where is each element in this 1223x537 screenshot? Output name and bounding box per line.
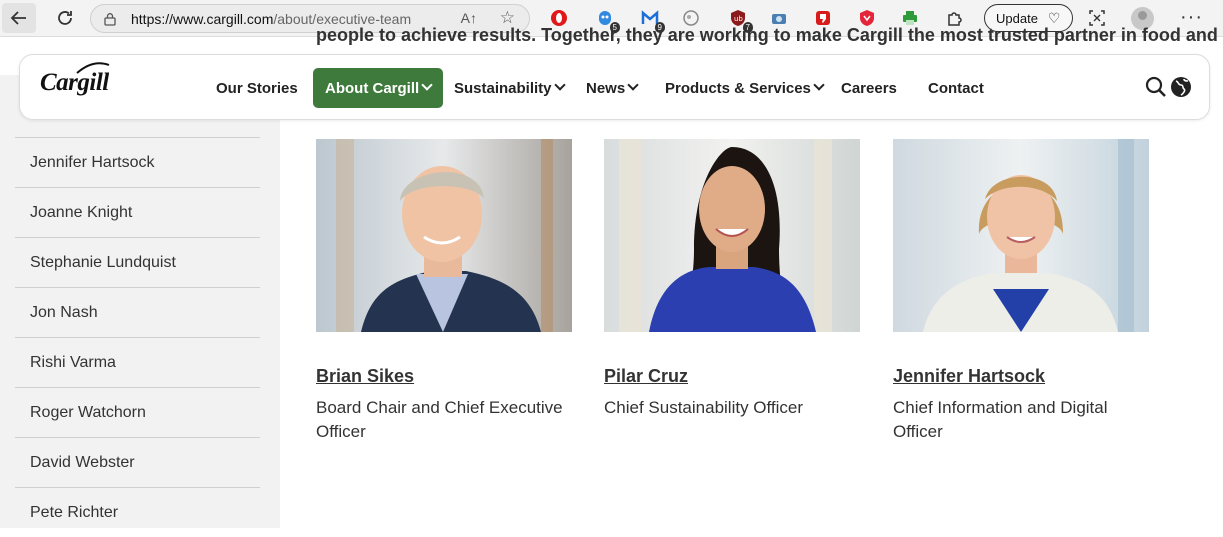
executive-title: Board Chair and Chief Executive Officer <box>316 398 563 441</box>
executive-list: Jennifer Hartsock Joanne Knight Stephani… <box>15 137 260 537</box>
executive-sidebar: Jennifer Hartsock Joanne Knight Stephani… <box>0 75 280 528</box>
chevron-down-icon <box>553 79 566 91</box>
chevron-down-icon <box>813 79 825 91</box>
lock-icon <box>104 12 116 26</box>
sidebar-item[interactable]: Stephanie Lundquist <box>15 237 260 287</box>
executive-name-link[interactable]: Pilar Cruz <box>604 366 864 387</box>
sidebar-item[interactable]: Jennifer Hartsock <box>15 137 260 187</box>
sidebar-item[interactable]: David Webster <box>15 437 260 487</box>
url-host: https://www.cargill.com <box>131 10 274 27</box>
executive-title: Chief Information and Digital Officer <box>893 398 1108 441</box>
executive-name-link[interactable]: Brian Sikes <box>316 366 576 387</box>
update-label: Update <box>996 10 1038 26</box>
globe-icon[interactable] <box>1170 76 1192 98</box>
search-icon[interactable] <box>1145 76 1167 98</box>
sidebar-item[interactable]: Pete Richter <box>15 487 260 537</box>
nav-about-cargill[interactable]: About Cargill <box>313 68 444 108</box>
executive-title: Chief Sustainability Officer <box>604 398 804 417</box>
chevron-down-icon <box>627 79 639 91</box>
executive-card: Jennifer Hartsock Chief Information and … <box>893 139 1153 444</box>
nav-careers[interactable]: Careers <box>841 68 897 108</box>
executive-photo[interactable] <box>893 139 1149 332</box>
refresh-button[interactable] <box>48 3 82 33</box>
nav-products-services[interactable]: Products & Services <box>665 68 825 108</box>
refresh-icon <box>58 11 72 25</box>
sidebar-item[interactable]: Jon Nash <box>15 287 260 337</box>
executive-card: Pilar Cruz Chief Sustainability Officer <box>604 139 864 420</box>
nav-news[interactable]: News <box>586 68 639 108</box>
executive-card: Brian Sikes Board Chair and Chief Execut… <box>316 139 576 444</box>
svg-text:ub: ub <box>734 15 743 23</box>
chevron-down-icon <box>421 79 433 91</box>
intro-text: people to achieve results. Together, the… <box>316 25 1218 45</box>
executive-photo[interactable] <box>604 139 860 332</box>
sidebar-item[interactable]: Roger Watchorn <box>15 387 260 437</box>
nav-our-stories[interactable]: Our Stories <box>216 68 298 108</box>
site-header: Cargill Our Stories About Cargill Sustai… <box>19 54 1210 120</box>
nav-contact[interactable]: Contact <box>928 68 984 108</box>
web-page: people to achieve results. Together, the… <box>0 25 1223 528</box>
logo-swoosh <box>76 62 110 74</box>
read-aloud-icon[interactable]: A↑ <box>461 10 477 26</box>
heart-icon: ♡ <box>1047 9 1061 26</box>
nav-sustainability[interactable]: Sustainability <box>454 68 566 108</box>
arrow-left-icon <box>10 11 26 25</box>
executive-name-link[interactable]: Jennifer Hartsock <box>893 366 1153 387</box>
sidebar-item[interactable]: Joanne Knight <box>15 187 260 237</box>
executive-photo[interactable] <box>316 139 572 332</box>
sidebar-item[interactable]: Rishi Varma <box>15 337 260 387</box>
back-button[interactable] <box>2 3 36 33</box>
